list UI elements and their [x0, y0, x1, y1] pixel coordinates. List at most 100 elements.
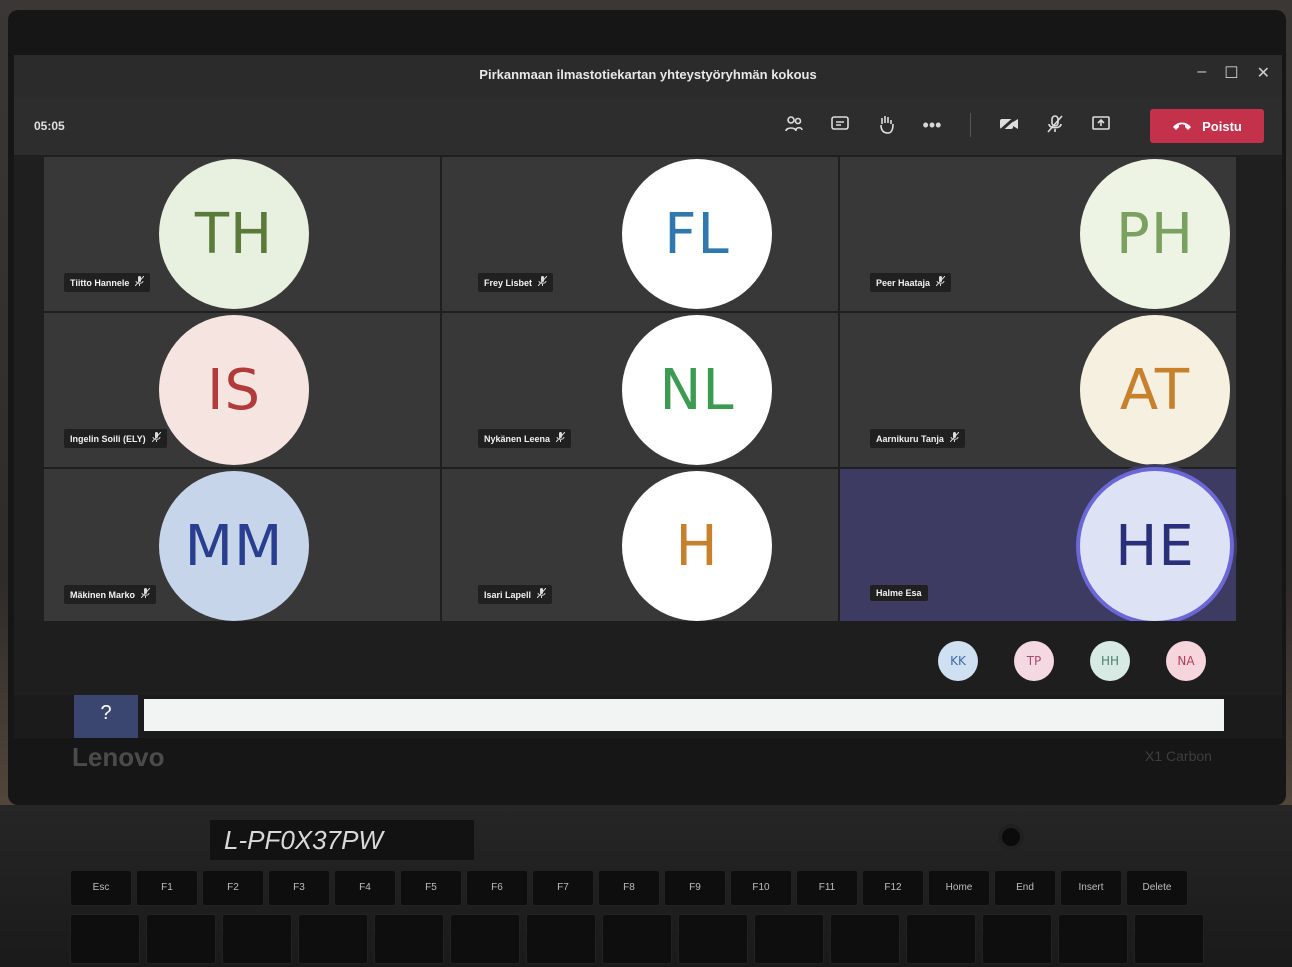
- camera-off-icon[interactable]: [997, 113, 1021, 137]
- participant-tile[interactable]: H Isari Lapell: [442, 469, 838, 623]
- leave-label: Poistu: [1202, 118, 1242, 134]
- keyboard-key: [906, 914, 976, 964]
- participant-tile[interactable]: MM Mäkinen Marko: [44, 469, 440, 623]
- close-icon[interactable]: ✕: [1257, 63, 1270, 83]
- overflow-participant-avatar[interactable]: HH: [1090, 641, 1130, 681]
- keyboard-key: F9: [664, 870, 726, 906]
- participant-avatar: MM: [159, 471, 309, 621]
- toolbar-actions: •••: [782, 113, 1113, 137]
- participant-name-tag: Tiitto Hannele: [64, 273, 151, 292]
- participant-avatar: AT: [1080, 315, 1230, 465]
- overflow-participants: KK TP HH NA: [14, 621, 1282, 691]
- participant-name: Tiitto Hannele: [70, 277, 130, 288]
- minimize-icon[interactable]: –: [1197, 63, 1206, 83]
- keyboard-key: [146, 914, 216, 964]
- participant-name: Halme Esa: [876, 588, 922, 598]
- overflow-participant-avatar[interactable]: KK: [938, 641, 978, 681]
- overflow-participant-avatar[interactable]: NA: [1166, 641, 1206, 681]
- participant-initials: IS: [206, 357, 262, 423]
- window-title: Pirkanmaan ilmastotiekartan yhteystyöryh…: [479, 67, 817, 82]
- people-icon[interactable]: [782, 113, 806, 137]
- more-icon[interactable]: •••: [920, 113, 944, 137]
- keyboard-key: [450, 914, 520, 964]
- keyboard-key: [754, 914, 824, 964]
- participant-avatar: IS: [159, 315, 309, 465]
- participant-name-tag: Frey Lisbet: [478, 273, 554, 292]
- participant-name-tag: Aarnikuru Tanja: [870, 429, 965, 448]
- participant-name: Nykänen Leena: [484, 433, 551, 444]
- participant-avatar: FL: [622, 159, 772, 309]
- keyboard-key: [1134, 914, 1204, 964]
- mic-off-icon: [140, 587, 151, 601]
- participant-tile[interactable]: TH Tiitto Hannele: [44, 157, 440, 311]
- participant-tile[interactable]: NL Nykänen Leena: [442, 313, 838, 467]
- participant-name-tag: Halme Esa: [870, 585, 928, 601]
- participant-initials: H: [675, 513, 719, 579]
- help-bar: ?: [14, 695, 1282, 738]
- share-screen-icon[interactable]: [1089, 113, 1113, 137]
- participant-initials: HE: [1115, 513, 1195, 579]
- keyboard-key: F10: [730, 870, 792, 906]
- participant-tile[interactable]: AT Aarnikuru Tanja: [840, 313, 1236, 467]
- mic-off-icon: [949, 431, 960, 445]
- participant-tile[interactable]: HE Halme Esa: [840, 469, 1236, 623]
- keyboard-key: [678, 914, 748, 964]
- keyboard-key: [70, 914, 140, 964]
- participant-initials: NL: [659, 357, 735, 423]
- keyboard-key: F3: [268, 870, 330, 906]
- leave-button[interactable]: Poistu: [1150, 109, 1264, 143]
- keyboard-key: F2: [202, 870, 264, 906]
- hand-icon[interactable]: [874, 113, 898, 137]
- participant-initials: MM: [184, 513, 284, 579]
- participant-name-tag: Peer Haataja: [870, 273, 952, 292]
- title-bar: Pirkanmaan ilmastotiekartan yhteystyöryh…: [14, 55, 1282, 97]
- participant-initials: PH: [1116, 201, 1194, 267]
- participant-name-tag: Isari Lapell: [478, 585, 553, 604]
- mic-off-icon: [134, 275, 145, 289]
- participant-name: Ingelin Soili (ELY): [70, 433, 146, 444]
- overflow-participant-avatar[interactable]: TP: [1014, 641, 1054, 681]
- participant-tile[interactable]: IS Ingelin Soili (ELY): [44, 313, 440, 467]
- window-controls: – ☐ ✕: [1197, 63, 1270, 83]
- keyboard-key: F11: [796, 870, 858, 906]
- phone-hangup-icon: [1172, 119, 1192, 134]
- participant-name: Isari Lapell: [484, 589, 532, 600]
- notification-bar: [144, 699, 1224, 731]
- keyboard-key: [602, 914, 672, 964]
- keyboard-key: Home: [928, 870, 990, 906]
- participant-grid: TH Tiitto Hannele FL Frey Lisbet PH Peer Haat…: [44, 157, 1236, 623]
- keyboard-key: [830, 914, 900, 964]
- keyboard-key: [374, 914, 444, 964]
- meeting-timer: 05:05: [34, 119, 65, 133]
- participant-name: Peer Haataja: [876, 277, 931, 288]
- keyboard-key: [1058, 914, 1128, 964]
- mic-off-icon[interactable]: [1043, 113, 1067, 137]
- participant-initials: TH: [194, 201, 274, 267]
- mic-off-icon: [151, 431, 162, 445]
- participant-name: Frey Lisbet: [484, 277, 533, 288]
- mic-off-icon: [537, 275, 548, 289]
- power-button: [1002, 828, 1020, 846]
- laptop-model: X1 Carbon: [1145, 748, 1212, 764]
- laptop-brand: Lenovo: [72, 742, 165, 772]
- help-icon: ?: [100, 702, 112, 724]
- maximize-icon[interactable]: ☐: [1224, 63, 1238, 83]
- teams-meeting-window: Pirkanmaan ilmastotiekartan yhteystyöryh…: [14, 55, 1282, 738]
- keyboard-key: F6: [466, 870, 528, 906]
- toolbar-divider: [970, 113, 971, 137]
- participant-tile[interactable]: PH Peer Haataja: [840, 157, 1236, 311]
- help-button[interactable]: ?: [74, 695, 138, 738]
- participant-name-tag: Mäkinen Marko: [64, 585, 157, 604]
- keyboard-key: F7: [532, 870, 594, 906]
- participant-avatar: PH: [1080, 159, 1230, 309]
- keyboard-key: F12: [862, 870, 924, 906]
- asset-tag-label: L-PF0X37PW: [210, 820, 474, 860]
- participant-avatar: H: [622, 471, 772, 621]
- keyboard: Esc F1 F2 F3 F4 F5 F6 F7 F8 F9 F10 F11 F12 Home End Ins…: [70, 870, 1230, 967]
- participant-avatar: TH: [159, 159, 309, 309]
- keyboard-key: End: [994, 870, 1056, 906]
- chat-icon[interactable]: [828, 113, 852, 137]
- keyboard-key: [222, 914, 292, 964]
- participant-name-tag: Ingelin Soili (ELY): [64, 429, 167, 448]
- participant-tile[interactable]: FL Frey Lisbet: [442, 157, 838, 311]
